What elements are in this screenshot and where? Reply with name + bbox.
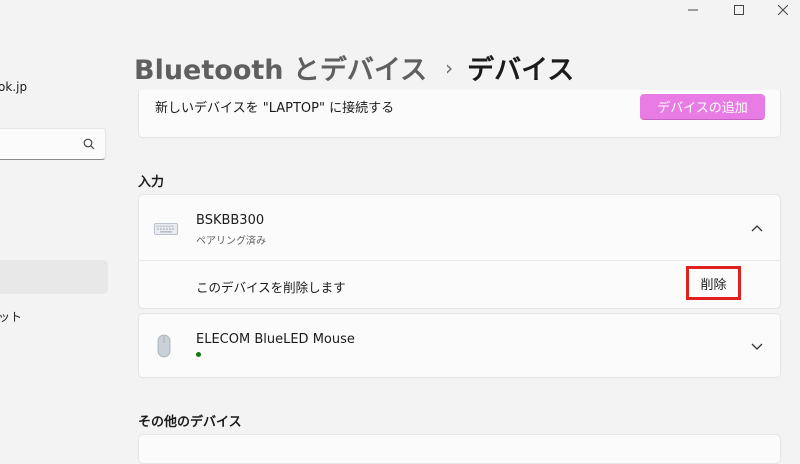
search-input[interactable] — [3, 135, 77, 151]
add-device-card: 新しいデバイスを "LAPTOP" に接続する デバイスの追加 — [138, 90, 781, 138]
device-status: ペアリング済み — [196, 236, 266, 247]
sidebar-item-network-label[interactable]: ット — [0, 308, 22, 325]
chevron-up-icon[interactable] — [751, 224, 763, 232]
device-card-mouse[interactable]: ELECOM BlueLED Mouse — [138, 313, 781, 378]
section-title-other-devices: その他のデバイス — [138, 415, 242, 430]
device-header-keyboard[interactable]: BSKBB300 ペアリング済み — [139, 195, 780, 260]
breadcrumb: Bluetooth とデバイス › デバイス — [134, 48, 574, 87]
keyboard-icon — [154, 223, 178, 235]
minimize-icon — [688, 9, 698, 11]
page-title: デバイス — [467, 55, 575, 86]
minimize-button[interactable] — [670, 0, 716, 20]
section-title-input: 入力 — [138, 175, 165, 190]
chevron-down-icon[interactable] — [751, 343, 763, 351]
connected-status-dot — [196, 352, 201, 357]
account-email: ok.jp — [0, 80, 28, 94]
settings-search-box[interactable] — [0, 128, 106, 160]
other-devices-card — [138, 434, 781, 464]
remove-device-button[interactable]: 削除 — [686, 266, 741, 300]
close-icon — [778, 5, 788, 15]
breadcrumb-parent-link[interactable]: Bluetooth とデバイス — [134, 48, 427, 87]
close-button[interactable] — [760, 0, 800, 20]
maximize-icon — [734, 5, 744, 15]
maximize-button[interactable] — [716, 0, 762, 20]
mouse-icon — [157, 334, 171, 358]
divider — [139, 260, 780, 261]
breadcrumb-separator: › — [445, 55, 454, 80]
device-card-keyboard: BSKBB300 ペアリング済み このデバイスを削除します 削除 — [138, 194, 781, 309]
device-name: ELECOM BlueLED Mouse — [196, 332, 355, 347]
search-icon — [83, 138, 95, 150]
add-device-button[interactable]: デバイスの追加 — [640, 94, 765, 120]
add-device-label: 新しいデバイスを "LAPTOP" に接続する — [155, 101, 395, 116]
remove-device-label: このデバイスを削除します — [196, 280, 346, 295]
sidebar-item-bluetooth-selected[interactable] — [0, 260, 108, 294]
device-name: BSKBB300 — [196, 213, 265, 228]
